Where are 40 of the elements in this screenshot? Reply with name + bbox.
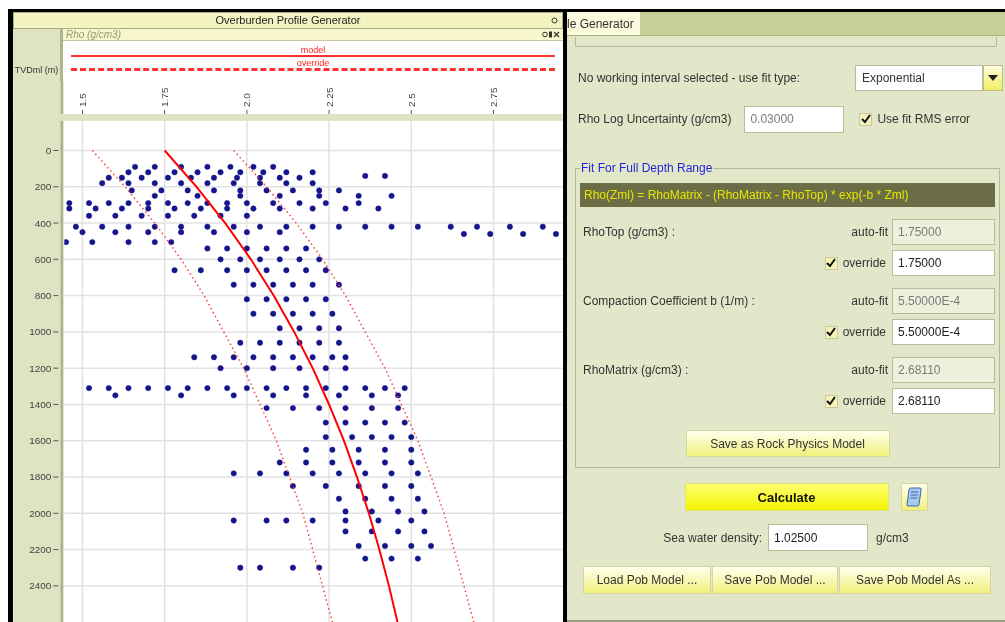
field-label: Sea water density:: [663, 530, 762, 545]
checkbox-label: override: [842, 256, 886, 270]
x-tick-label: 2.0: [241, 93, 253, 107]
field-label: Rho Log Uncertainty (g/cm3): [578, 112, 732, 126]
axis-label: TVDml (m): [14, 64, 59, 75]
checkbox-label: override: [842, 325, 886, 339]
y-tick-label: 1200: [29, 362, 52, 374]
y-tick-label: 2200: [29, 543, 52, 555]
legend-label: override: [296, 57, 330, 68]
panel-title: Overburden Profile Generator: [215, 14, 361, 27]
checkbox-label: override: [842, 394, 886, 408]
parameter-label: Compaction Coefficient b (1/m) :: [583, 294, 755, 308]
y-tick-label: 1400: [29, 398, 52, 410]
field-label: auto-fit: [851, 294, 888, 308]
unit-label: g/cm3: [876, 530, 909, 545]
x-tick-label: 1.5: [76, 93, 88, 107]
formula-bar: Rho(Zml) = RhoMatrix - (RhoMatrix - RhoTop) * exp(-b * Zml): [580, 183, 995, 207]
y-tick-label: 2400: [29, 580, 52, 592]
y-tick-label: 600: [34, 253, 52, 265]
x-tick-label: 2.75: [488, 87, 499, 107]
y-tick-label: 1000: [29, 326, 52, 338]
legend-label: model: [300, 44, 326, 55]
x-tick-label: 2.25: [323, 87, 335, 107]
checkbox-label: Use fit RMS error: [877, 112, 971, 126]
y-tick-label: 400: [34, 217, 52, 229]
parameter-label: RhoMatrix (g/cm3) :: [583, 363, 689, 377]
field-label: No working interval selected - use fit type:: [578, 71, 801, 85]
y-tick-label: 0: [45, 144, 52, 156]
y-tick-label: 2000: [29, 507, 52, 519]
group-title: Fit For Full Depth Range: [580, 161, 714, 175]
y-tick-label: 800: [34, 290, 52, 301]
x-tick-label: 1.75: [159, 87, 171, 107]
y-tick-label: 200: [34, 181, 52, 193]
x-tick-label: 2.5: [405, 93, 417, 107]
parameter-label: RhoTop (g/cm3) :: [583, 225, 676, 239]
track-title: Rho (g/cm3): [66, 28, 121, 40]
y-tick-label: 1800: [29, 471, 52, 483]
field-label: auto-fit: [851, 225, 888, 239]
field-label: auto-fit: [851, 363, 888, 377]
y-tick-label: 1600: [29, 435, 52, 447]
